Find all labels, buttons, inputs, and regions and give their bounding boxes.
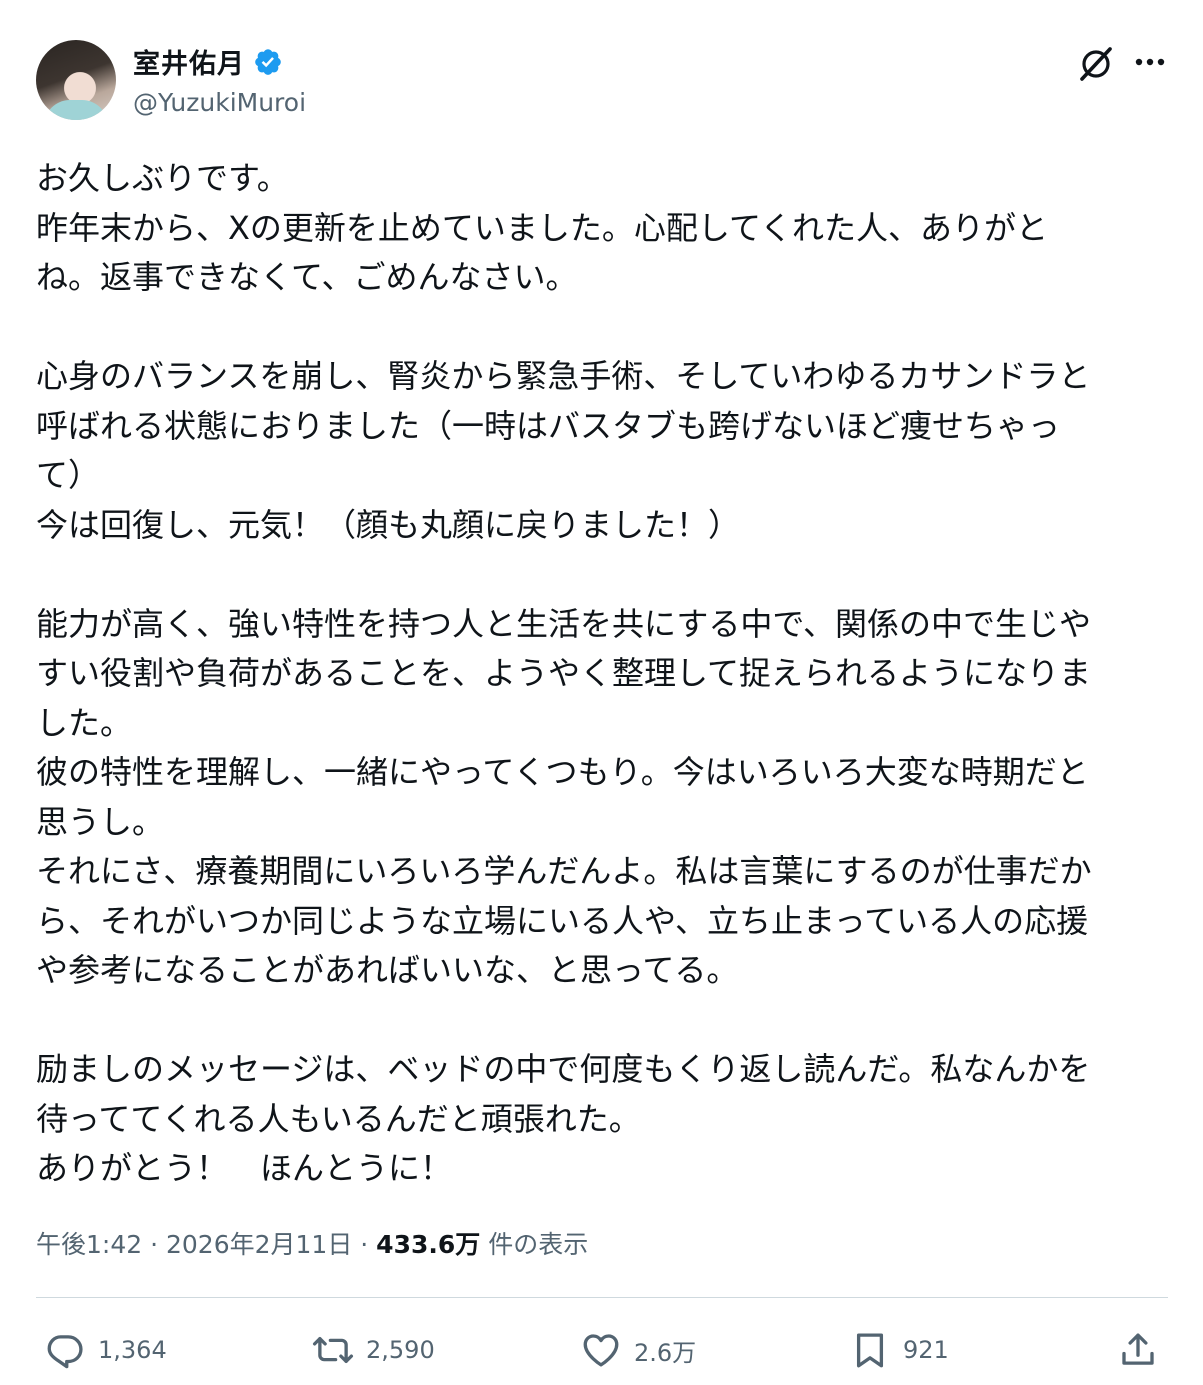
heart-icon xyxy=(583,1334,619,1367)
reply-button[interactable]: 1,364 xyxy=(44,1320,167,1380)
tweet-time[interactable]: 午後1:42 xyxy=(36,1230,142,1259)
divider xyxy=(36,1297,1168,1298)
tweet-text: お久しぶりです。 昨年末から、Xの更新を止めていました。心配してくれた人、ありが… xyxy=(36,159,1092,1187)
tweet-meta: 午後1:42 · 2026年2月11日 · 433.6万 件の表示 xyxy=(36,1225,588,1261)
view-count: 433.6万 xyxy=(376,1230,481,1259)
tweet-card: 室井佑月 @YuzukiMuroi お久しぶりです。 昨年末から、Xの更新を止め… xyxy=(0,0,1203,1385)
repost-count: 2,590 xyxy=(366,1336,435,1364)
action-bar: 1,364 2,590 2.6万 921 xyxy=(0,1320,1203,1380)
repost-icon xyxy=(312,1336,354,1364)
tweet-date[interactable]: 2026年2月11日 xyxy=(166,1230,352,1259)
bookmark-icon xyxy=(856,1333,884,1368)
share-button[interactable] xyxy=(1117,1320,1159,1380)
like-button[interactable]: 2.6万 xyxy=(580,1320,696,1380)
grok-icon[interactable] xyxy=(1077,46,1115,82)
avatar-shirt xyxy=(44,100,108,120)
view-count-label: 件の表示 xyxy=(480,1230,589,1259)
share-icon xyxy=(1122,1333,1154,1365)
meta-separator: · xyxy=(352,1230,377,1259)
reply-count: 1,364 xyxy=(98,1336,167,1364)
more-icon[interactable] xyxy=(1130,46,1170,78)
verified-badge-icon xyxy=(255,48,281,75)
reply-icon xyxy=(47,1335,83,1369)
meta-separator: · xyxy=(142,1230,166,1259)
avatar[interactable] xyxy=(36,40,116,120)
author-handle[interactable]: @YuzukiMuroi xyxy=(133,88,306,117)
author-name[interactable]: 室井佑月 xyxy=(133,42,245,81)
bookmark-button[interactable]: 921 xyxy=(849,1320,949,1380)
like-count: 2.6万 xyxy=(634,1338,697,1367)
author-name-row: 室井佑月 xyxy=(133,42,283,81)
repost-button[interactable]: 2,590 xyxy=(312,1320,435,1380)
bookmark-count: 921 xyxy=(903,1336,949,1364)
